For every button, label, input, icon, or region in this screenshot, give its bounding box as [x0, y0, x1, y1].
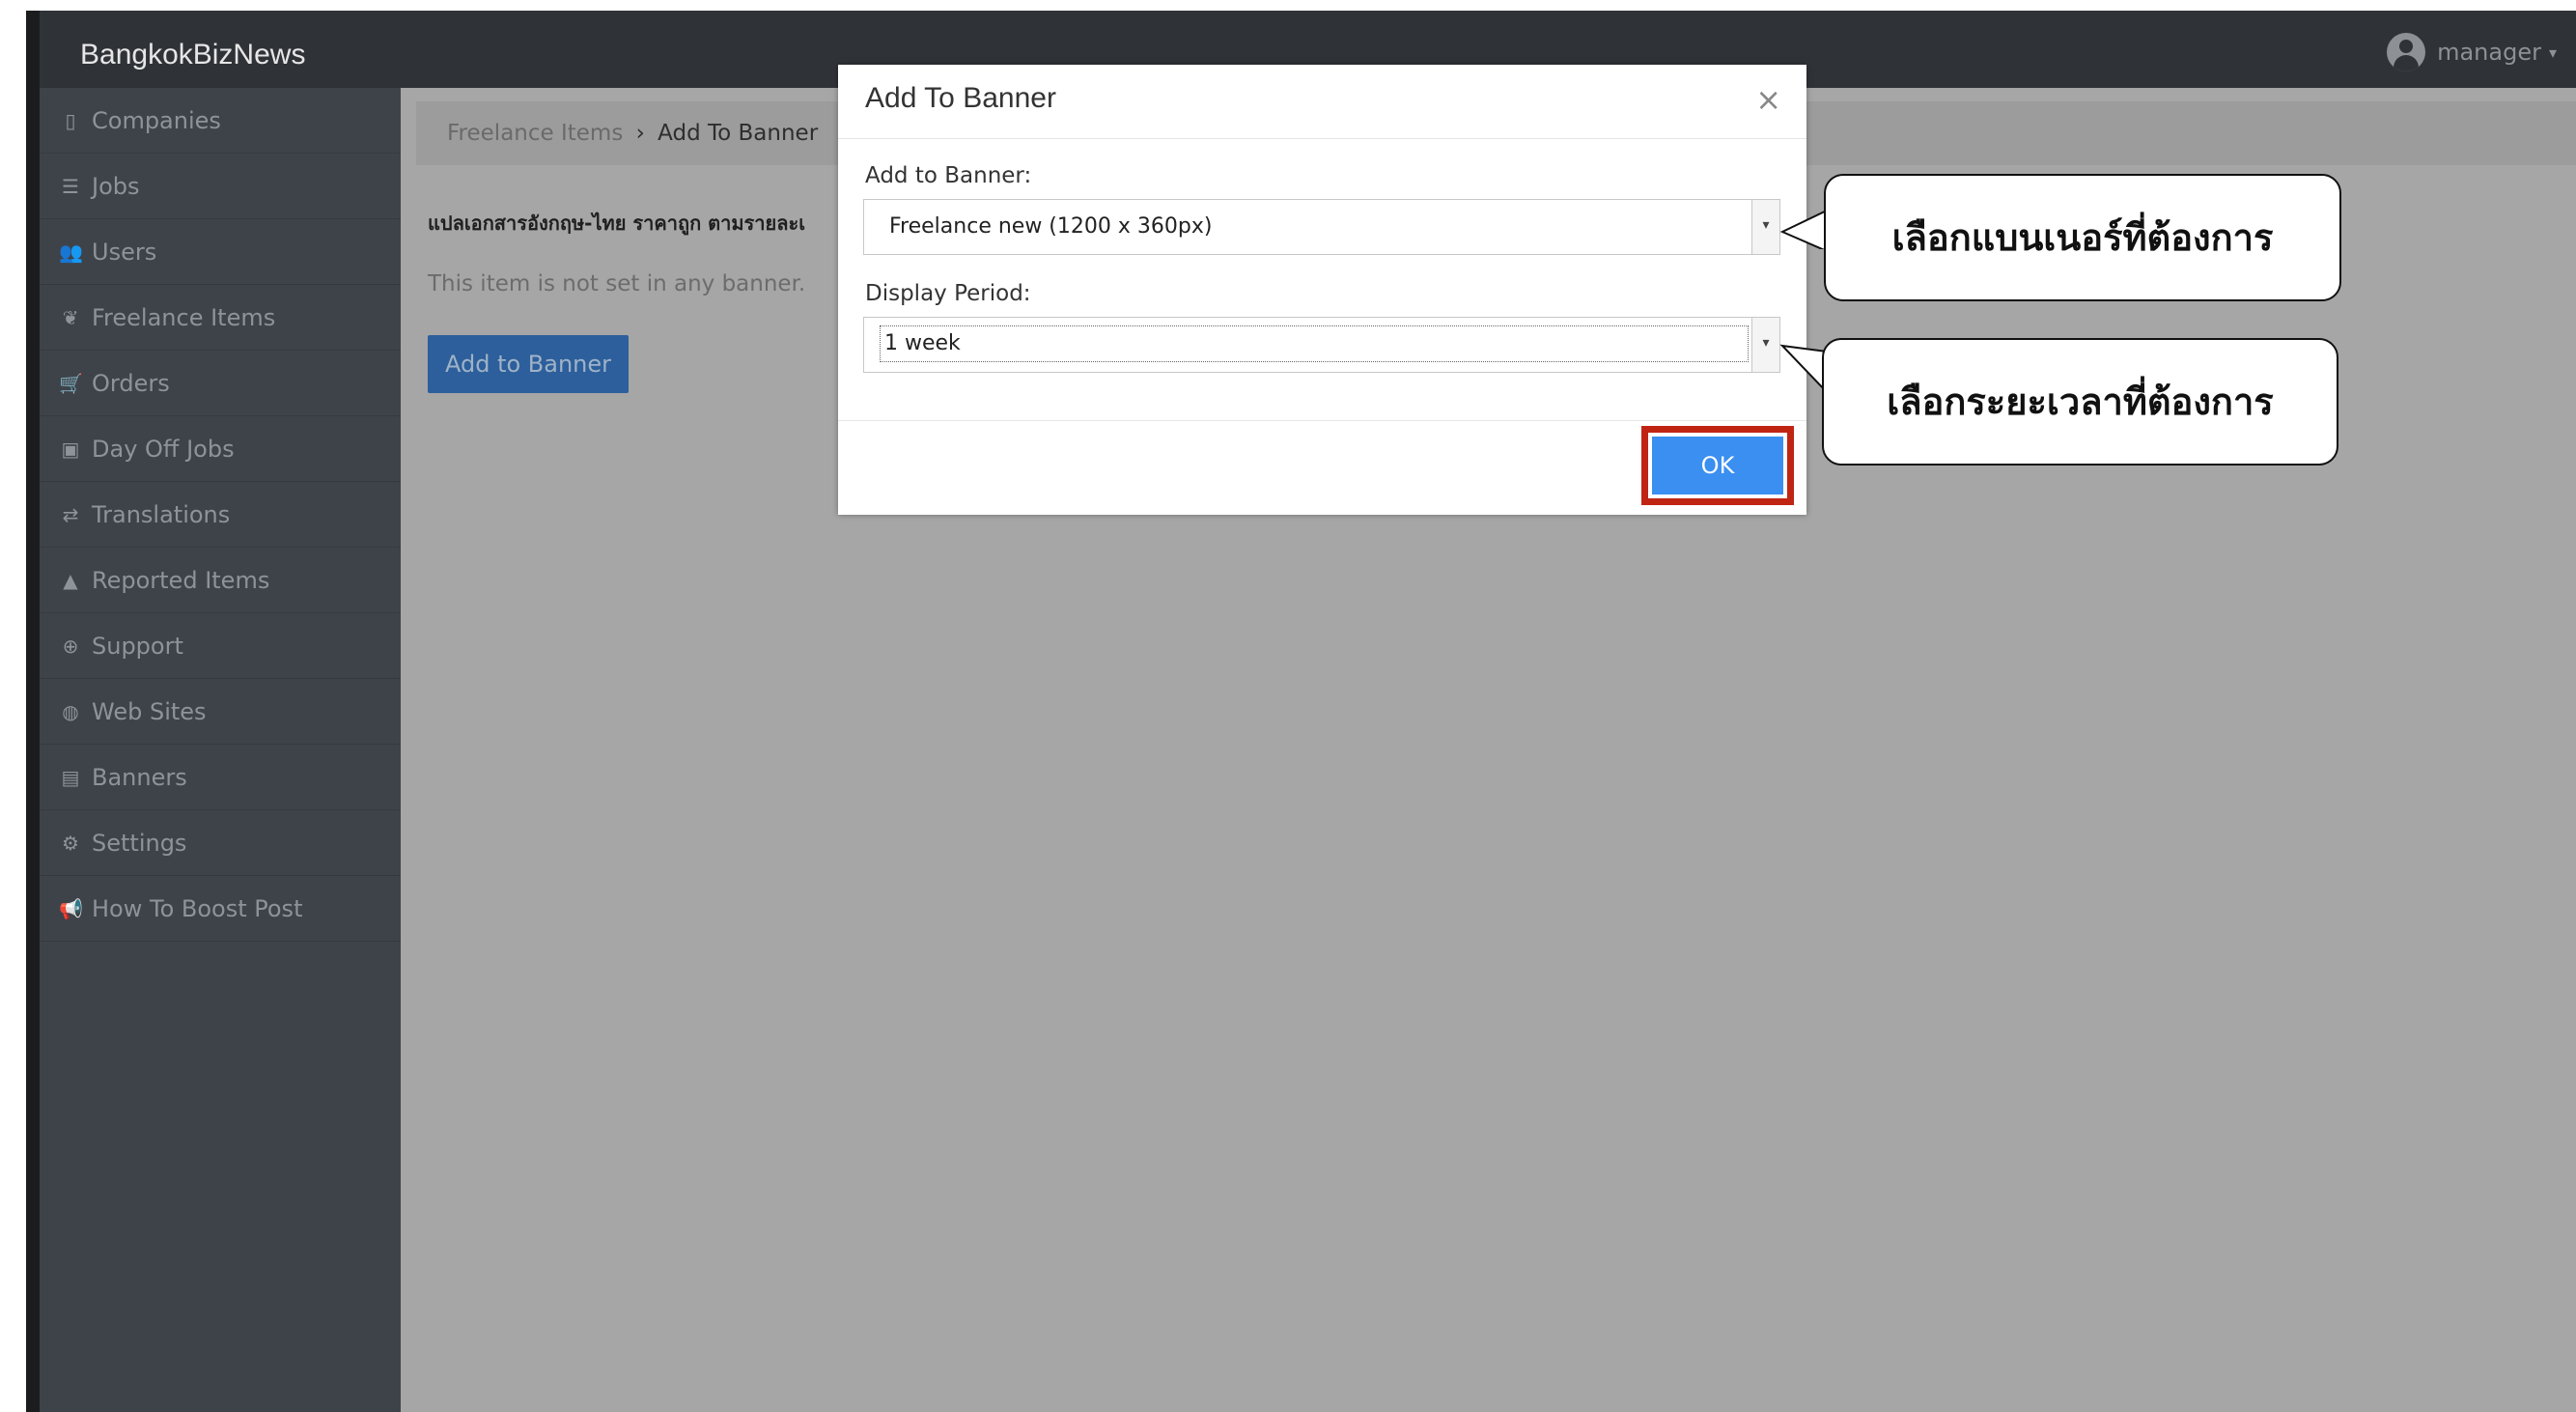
sidebar-item-label: Settings — [92, 829, 187, 857]
sidebar-item-label: Reported Items — [92, 566, 270, 594]
handshake-icon: ❦ — [62, 305, 79, 329]
dropdown-arrow-icon: ▾ — [1751, 318, 1779, 372]
dropdown-arrow-icon: ▾ — [1751, 200, 1779, 254]
close-icon[interactable]: × — [1755, 84, 1781, 115]
add-to-banner-button[interactable]: Add to Banner — [428, 335, 629, 393]
sidebar-item-banners[interactable]: ▤ Banners — [40, 745, 401, 810]
sidebar-item-label: Orders — [92, 369, 170, 397]
display-period-value: 1 week — [880, 325, 1749, 362]
sidebar-item-label: Freelance Items — [92, 303, 276, 331]
sidebar-item-label: How To Boost Post — [92, 894, 303, 922]
sidebar-item-jobs[interactable]: ☰ Jobs — [40, 154, 401, 219]
sidebar-item-settings[interactable]: ⚙ Settings — [40, 810, 401, 876]
banner-hint-callout: เลือกแบนเนอร์ที่ต้องการ — [1824, 174, 2341, 301]
sidebar-item-translations[interactable]: ⇄ Translations — [40, 482, 401, 548]
period-field-label: Display Period: — [865, 281, 1031, 306]
sidebar-item-label: Banners — [92, 763, 187, 791]
banner-field-label: Add to Banner: — [865, 163, 1032, 188]
banner-select-value: Freelance new (1200 x 360px) — [889, 214, 1213, 239]
list-icon: ☰ — [62, 174, 79, 198]
sidebar-item-companies[interactable]: ▯ Companies — [40, 88, 401, 154]
globe-icon: ◍ — [62, 699, 79, 723]
ok-button[interactable]: OK — [1652, 437, 1783, 494]
breadcrumb-separator: › — [635, 121, 645, 146]
calendar-icon: ▣ — [61, 437, 80, 461]
sidebar: ▯ Companies ☰ Jobs 👥 Users ❦ Freelance I… — [40, 88, 401, 1412]
user-name: manager — [2437, 39, 2541, 66]
cart-icon: 🛒 — [59, 371, 83, 395]
sidebar-item-label: Companies — [92, 106, 221, 134]
sidebar-item-day-off-jobs[interactable]: ▣ Day Off Jobs — [40, 416, 401, 482]
display-period-select[interactable]: 1 week ▾ — [863, 317, 1780, 373]
sidebar-item-label: Translations — [92, 500, 231, 528]
add-to-banner-dialog: Add To Banner × Add to Banner: Freelance… — [838, 65, 1806, 515]
breadcrumb-current: Add To Banner — [658, 121, 819, 146]
dialog-header: Add To Banner × — [838, 65, 1806, 139]
warning-icon: ▲ — [63, 568, 78, 592]
users-icon: 👥 — [59, 240, 83, 264]
user-menu[interactable]: manager ▾ — [2387, 32, 2557, 72]
sidebar-item-freelance-items[interactable]: ❦ Freelance Items — [40, 285, 401, 351]
chevron-down-icon: ▾ — [2548, 42, 2557, 62]
banner-select[interactable]: Freelance new (1200 x 360px) ▾ — [863, 199, 1780, 255]
sidebar-item-label: Users — [92, 238, 157, 266]
sidebar-item-label: Support — [92, 632, 183, 660]
sidebar-item-users[interactable]: 👥 Users — [40, 219, 401, 285]
avatar-icon — [2387, 33, 2426, 71]
sidebar-item-web-sites[interactable]: ◍ Web Sites — [40, 679, 401, 745]
sidebar-item-label: Jobs — [92, 172, 140, 200]
period-hint-callout: เลือกระยะเวลาที่ต้องการ — [1822, 338, 2338, 466]
ok-button-highlight: OK — [1641, 426, 1794, 505]
status-text: This item is not set in any banner. — [428, 271, 806, 297]
gears-icon: ⚙ — [62, 831, 79, 855]
support-icon: ⊕ — [62, 634, 79, 658]
dialog-footer-divider — [838, 420, 1806, 421]
translate-icon: ⇄ — [62, 502, 79, 526]
dialog-title: Add To Banner — [865, 82, 1056, 114]
sidebar-item-orders[interactable]: 🛒 Orders — [40, 351, 401, 416]
item-title: แปลเอกสารอังกฤษ-ไทย ราคาถูก ตามรายละเ — [428, 212, 806, 235]
banner-icon: ▤ — [61, 765, 80, 789]
sidebar-item-label: Day Off Jobs — [92, 435, 235, 463]
sidebar-item-support[interactable]: ⊕ Support — [40, 613, 401, 679]
megaphone-icon: 📢 — [59, 896, 83, 920]
brand-logo[interactable]: BangkokBizNews — [80, 11, 305, 99]
building-icon: ▯ — [65, 108, 76, 132]
sidebar-item-how-to-boost-post[interactable]: 📢 How To Boost Post — [40, 876, 401, 942]
breadcrumb-link-freelance-items[interactable]: Freelance Items — [447, 121, 623, 146]
sidebar-item-label: Web Sites — [92, 697, 207, 725]
sidebar-item-reported-items[interactable]: ▲ Reported Items — [40, 548, 401, 613]
